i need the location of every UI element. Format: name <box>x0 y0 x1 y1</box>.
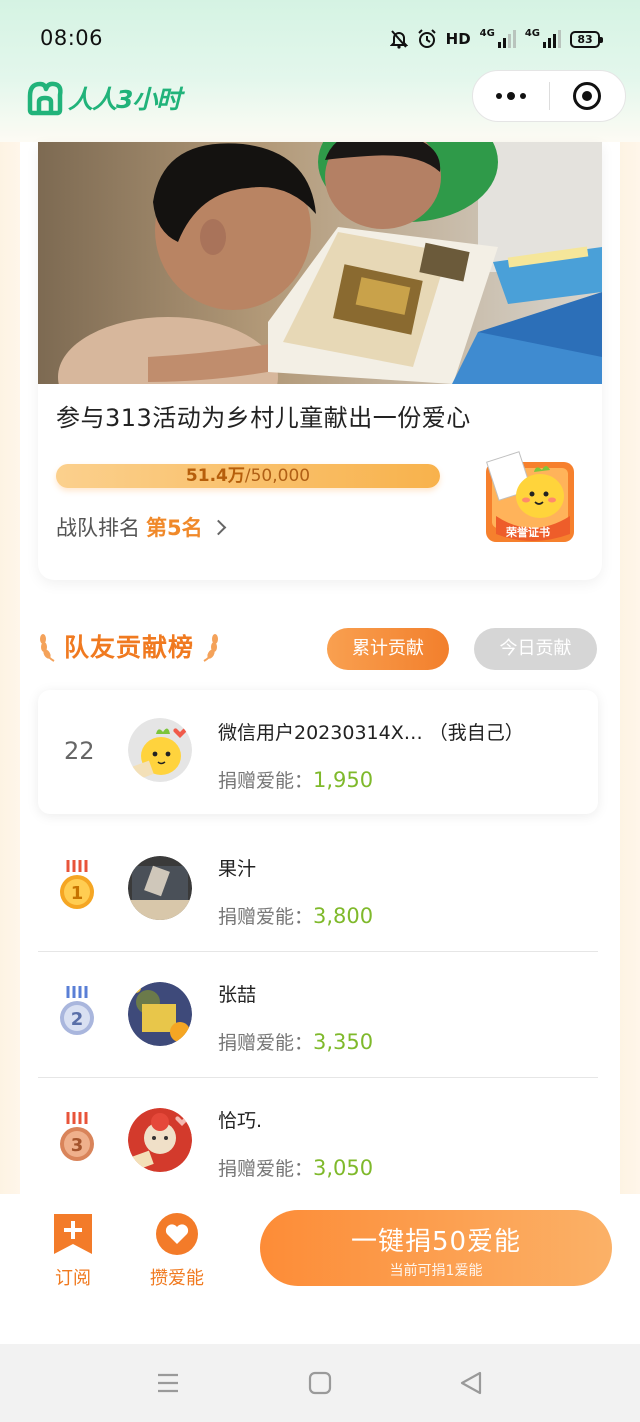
avatar <box>128 856 192 920</box>
laurel-right-icon <box>203 634 219 662</box>
progress-target: /50,000 <box>244 466 311 486</box>
back-triangle-icon[interactable] <box>458 1370 484 1396</box>
medal-silver-icon: 2 <box>60 986 94 1035</box>
battery-icon: 83 <box>570 30 603 48</box>
team-rank-link[interactable]: 战队排名 第5名 <box>56 512 226 542</box>
mute-bell-icon <box>389 30 408 49</box>
signal-icon-1 <box>497 30 516 48</box>
tab-total-contribution[interactable]: 累计贡献 <box>327 628 449 670</box>
my-rank-card[interactable]: 22 微信用户20230314X… （我自己） 捐赠爱能：1,950 <box>38 690 598 814</box>
medal-bronze-icon: 3 <box>60 1112 94 1161</box>
leaderboard-title-text: 队友贡献榜 <box>64 633 195 662</box>
fundraising-progress-bar: 51.4万/50,000 <box>56 464 440 488</box>
house-heart-logo-icon <box>27 81 63 116</box>
my-donation: 捐赠爱能：1,950 <box>218 766 373 793</box>
member-name: 果汁 <box>218 858 257 880</box>
member-donation: 捐赠爱能：3,350 <box>218 1028 373 1055</box>
leaderboard-title: 队友贡献榜 <box>38 628 220 664</box>
list-item[interactable]: 2 张喆 捐赠爱能：3,350 <box>38 952 598 1078</box>
hd-label: HD <box>445 30 471 48</box>
heart-circle-icon <box>156 1213 198 1255</box>
donate-button-sublabel: 当前可捐1爱能 <box>389 1263 483 1279</box>
member-donation: 捐赠爱能：3,050 <box>218 1154 373 1181</box>
app-name: 人人3小时 <box>68 85 181 114</box>
member-name: 恰巧. <box>218 1110 263 1132</box>
status-time: 08:06 <box>40 26 104 50</box>
donate-label: 捐赠爱能： <box>218 1032 314 1054</box>
network-type-1: 4G <box>479 27 495 39</box>
donate-label: 捐赠爱能： <box>218 1158 314 1180</box>
subscribe-button[interactable]: 订阅 <box>38 1212 108 1290</box>
medal-gold-icon: 1 <box>60 860 94 909</box>
team-rank-label: 战队排名 <box>56 516 140 540</box>
medal-rank-3: 3 <box>71 1135 84 1156</box>
collect-energy-label: 攒爱能 <box>150 1268 204 1289</box>
subscribe-label: 订阅 <box>55 1268 91 1289</box>
tab-today-contribution[interactable]: 今日贡献 <box>474 628 597 670</box>
member-donation-amount: 3,800 <box>313 904 374 928</box>
my-name: 微信用户20230314X… （我自己） <box>218 722 524 744</box>
progress-current: 51.4万 <box>185 466 245 486</box>
my-donation-amount: 1,950 <box>313 768 374 792</box>
status-icons: HD 4G 4G 83 <box>389 26 603 52</box>
system-nav-bar <box>0 1344 640 1422</box>
donate-button-label: 一键捐50爱能 <box>350 1227 522 1257</box>
bottom-action-bar: 订阅 攒爱能 一键捐50爱能 当前可捐1爱能 <box>0 1194 640 1344</box>
member-donation-amount: 3,050 <box>313 1156 374 1180</box>
miniprogram-capsule <box>472 70 626 122</box>
avatar <box>128 1108 192 1172</box>
alarm-clock-icon <box>417 29 436 48</box>
signal-icon-2 <box>543 30 561 48</box>
network-type-2: 4G <box>524 27 540 39</box>
progress-text: 51.4万/50,000 <box>56 464 440 488</box>
bookmark-plus-icon <box>54 1214 92 1254</box>
close-target-icon[interactable] <box>550 71 626 121</box>
laurel-left-icon <box>40 634 55 662</box>
home-square-icon[interactable] <box>308 1370 332 1396</box>
member-donation: 捐赠爱能：3,800 <box>218 902 373 929</box>
more-dots-icon[interactable] <box>473 71 549 121</box>
medal-rank-1: 1 <box>71 883 84 904</box>
my-rank-number: 22 <box>64 737 95 765</box>
donate-label: 捐赠爱能： <box>218 770 314 792</box>
list-item[interactable]: 1 果汁 捐赠爱能：3,800 <box>38 826 598 952</box>
avatar <box>128 982 192 1046</box>
app-header: 人人3小时 <box>0 70 640 130</box>
project-title: 参与313活动为乡村儿童献出一份爱心 <box>56 404 471 432</box>
menu-icon[interactable] <box>156 1370 180 1396</box>
medal-rank-2: 2 <box>71 1009 84 1030</box>
member-donation-amount: 3,350 <box>313 1030 374 1054</box>
member-name: 张喆 <box>218 984 257 1006</box>
app-logo: 人人3小时 <box>26 80 181 116</box>
donate-button[interactable]: 一键捐50爱能 当前可捐1爱能 <box>260 1210 612 1286</box>
project-photo <box>38 142 602 384</box>
page-right-margin <box>620 142 640 1194</box>
certificate-text: 荣誉证书 <box>506 526 550 539</box>
team-rank-value: 第5名 <box>146 516 203 540</box>
my-avatar <box>128 718 192 782</box>
collect-energy-button[interactable]: 攒爱能 <box>142 1212 212 1290</box>
donate-label: 捐赠爱能： <box>218 906 314 928</box>
leaderboard-header: 队友贡献榜 累计贡献 今日贡献 <box>38 628 602 672</box>
list-item[interactable]: 3 恰巧. 捐赠爱能：3,050 <box>38 1078 598 1194</box>
page-left-margin <box>0 142 20 1194</box>
status-bar: 08:06 HD 4G 4G 83 <box>0 0 640 78</box>
chevron-right-icon <box>210 519 226 535</box>
project-card[interactable]: 参与313活动为乡村儿童献出一份爱心 51.4万/50,000 战队排名 第5名… <box>38 142 602 580</box>
